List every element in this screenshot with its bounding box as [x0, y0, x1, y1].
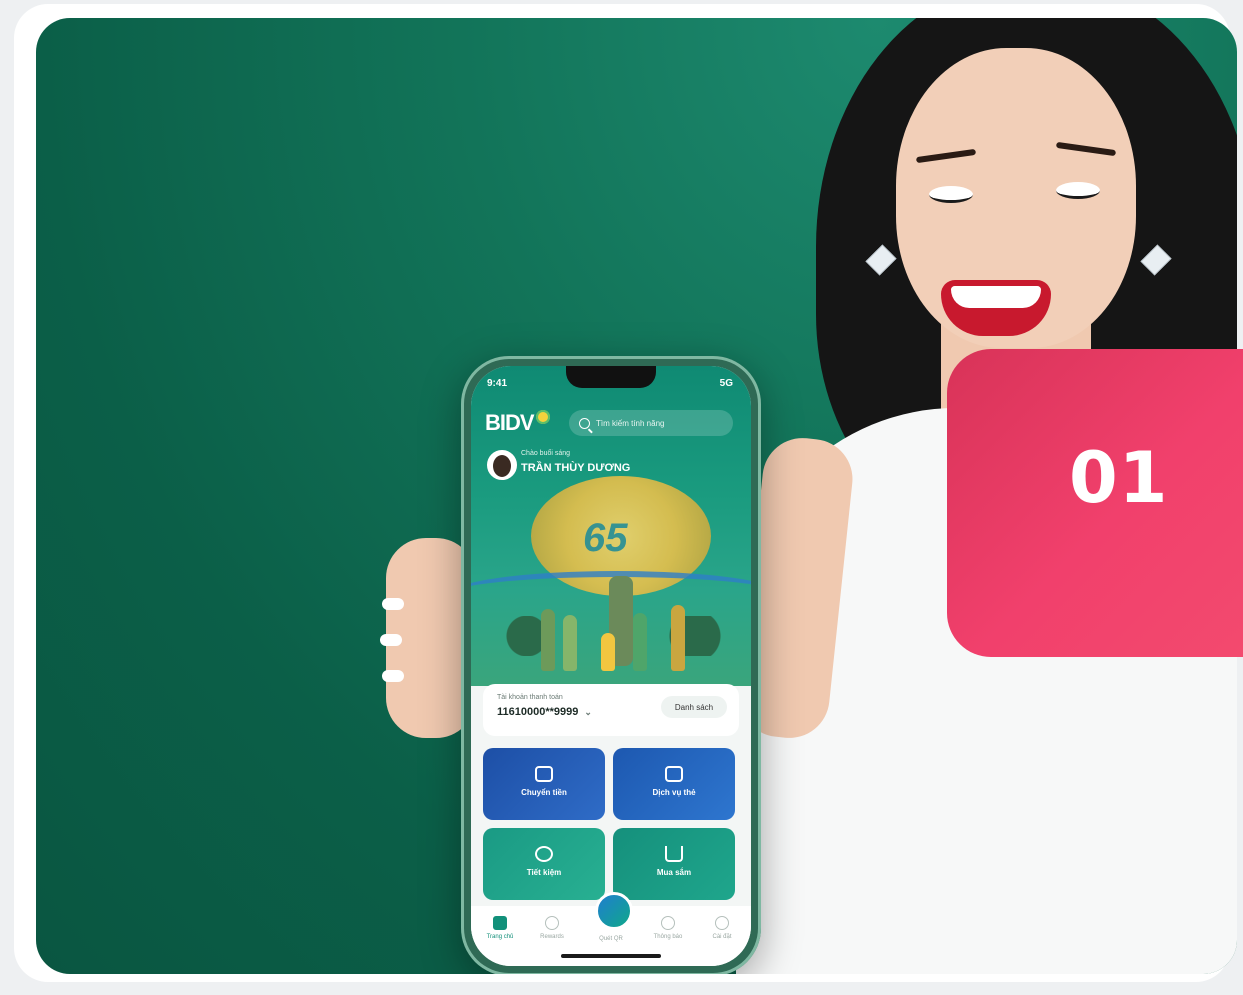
step-badge: 01 [947, 349, 1243, 657]
account-number: 11610000**9999 [497, 706, 579, 718]
model-eye-right [1056, 182, 1100, 199]
transfer-icon [535, 766, 553, 782]
account-list-button[interactable]: Danh sách [661, 696, 727, 718]
tile-label: Dịch vụ thẻ [652, 788, 696, 797]
home-indicator [561, 954, 661, 958]
tile-label: Mua sắm [656, 868, 692, 877]
anniversary-65: 65 [583, 516, 628, 560]
model-eye-left [929, 186, 973, 203]
account-label: Tài khoản thanh toán [497, 694, 563, 701]
banner-family [521, 601, 721, 671]
step-number: 01 [1069, 437, 1169, 519]
home-icon [493, 916, 507, 930]
cart-icon [665, 846, 683, 862]
tile-transfer[interactable]: Chuyển tiền [483, 748, 605, 820]
phone-mockup: 9:41 5G BIDV Tìm kiếm tính năng Chào buổ… [461, 356, 761, 974]
piggy-bank-icon [535, 846, 553, 862]
nav-item-scan-qr[interactable]: Quét QR [586, 936, 636, 942]
phone-notch [566, 366, 656, 388]
nav-item-home[interactable]: Trang chủ [475, 916, 525, 940]
gear-icon [715, 916, 729, 930]
qr-icon[interactable] [595, 892, 633, 930]
card-icon [665, 766, 683, 782]
tile-savings[interactable]: Tiết kiệm [483, 828, 605, 900]
tile-card-service[interactable]: Dịch vụ thẻ [613, 748, 735, 820]
status-signal: 5G [719, 378, 733, 389]
status-time: 9:41 [487, 378, 508, 389]
greeting-text: Chào buổi sáng [521, 450, 571, 457]
phone-screen: 9:41 5G BIDV Tìm kiếm tính năng Chào buổ… [471, 366, 751, 966]
bidv-logo: BIDV [485, 410, 550, 436]
bell-icon [661, 916, 675, 930]
account-number-row[interactable]: 11610000**9999 ⌄ [497, 706, 592, 718]
account-card[interactable]: Tài khoản thanh toán 11610000**9999 ⌄ Dan… [483, 684, 739, 736]
app-hero-banner: 9:41 5G BIDV Tìm kiếm tính năng Chào buổ… [471, 366, 751, 686]
chevron-down-icon[interactable]: ⌄ [584, 707, 592, 717]
rewards-icon [545, 916, 559, 930]
search-placeholder: Tìm kiếm tính năng [596, 418, 665, 428]
clover-icon [535, 410, 550, 424]
nav-item-settings[interactable]: Cài đặt [697, 916, 747, 940]
avatar[interactable] [487, 450, 517, 480]
search-input[interactable]: Tìm kiếm tính năng [569, 410, 733, 436]
tile-shopping[interactable]: Mua sắm [613, 828, 735, 900]
tile-label: Chuyển tiền [521, 788, 567, 797]
user-name: TRẦN THÙY DƯƠNG [521, 462, 631, 474]
tile-label: Tiết kiệm [526, 868, 562, 877]
search-icon [579, 417, 590, 429]
nav-item-notifications[interactable]: Thông báo [643, 916, 693, 940]
nav-item-rewards[interactable]: Rewards [527, 916, 577, 940]
